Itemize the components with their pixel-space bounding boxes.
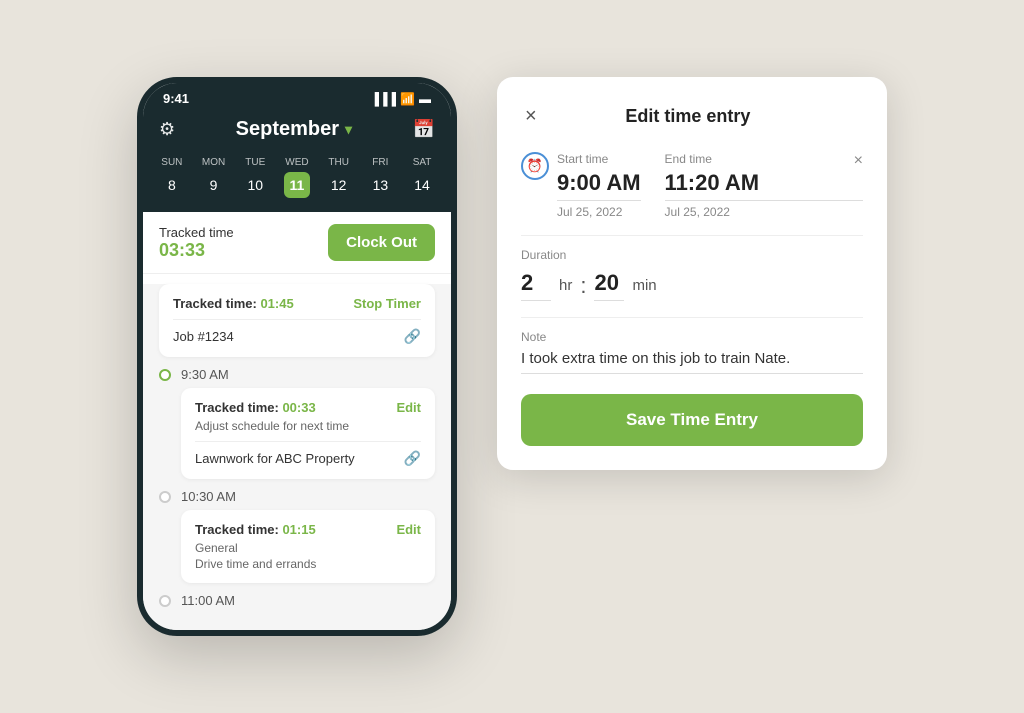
end-time-date: Jul 25, 2022 xyxy=(665,205,863,219)
time-entry-card-2: Tracked time: 00:33 Edit Adjust schedule… xyxy=(181,388,435,479)
time-entry-card-1: Tracked time: 01:45 Stop Timer Job #1234… xyxy=(159,284,435,357)
end-time-field: End time × 11:20 AM Jul 25, 2022 xyxy=(665,152,863,219)
job-name-2: Lawnwork for ABC Property xyxy=(195,451,355,466)
divider-1 xyxy=(521,235,863,236)
end-time-field-header: End time × xyxy=(665,152,863,170)
duration-minutes[interactable]: 20 xyxy=(594,270,624,301)
entry-header-3: Tracked time: 01:15 Edit xyxy=(195,522,421,537)
timeline-dot-1100 xyxy=(159,595,171,607)
entry-desc-2: Adjust schedule for next time xyxy=(195,419,421,433)
entry-time-3: 01:15 xyxy=(282,522,315,537)
settings-icon[interactable]: ⚙ xyxy=(159,119,175,140)
scene: 9:41 ▐▐▐ 📶 ▬ ⚙ September ▾ 📅 SUN 8 MON xyxy=(117,57,907,656)
duration-row: 2 hr : 20 min xyxy=(521,270,863,301)
link-icon-1[interactable]: 🔗 xyxy=(404,328,421,345)
note-section: Note I took extra time on this job to tr… xyxy=(521,330,863,374)
entry-tracked-label-1: Tracked time: 01:45 xyxy=(173,296,294,311)
timeline-section-930: 9:30 AM Tracked time: 00:33 Edit Adjust … xyxy=(159,357,435,479)
end-time-value[interactable]: 11:20 AM xyxy=(665,170,863,201)
duration-section: Duration 2 hr : 20 min xyxy=(521,248,863,301)
tracked-bar: Tracked time 03:33 Clock Out xyxy=(143,212,451,274)
entry-job-1: Job #1234 🔗 xyxy=(173,319,421,345)
timeline-section-1100: 11:00 AM xyxy=(159,583,435,614)
start-time-group: ⏰ Start time 9:00 AM Jul 25, 2022 xyxy=(521,152,641,219)
edit-button-2[interactable]: Edit xyxy=(396,400,421,415)
start-time-field: Start time 9:00 AM Jul 25, 2022 xyxy=(557,152,641,219)
entry-header-2: Tracked time: 00:33 Edit xyxy=(195,400,421,415)
save-time-entry-button[interactable]: Save Time Entry xyxy=(521,394,863,446)
time-label-1030: 10:30 AM xyxy=(181,489,236,504)
phone: 9:41 ▐▐▐ 📶 ▬ ⚙ September ▾ 📅 SUN 8 MON xyxy=(137,77,457,636)
end-time-clear-button[interactable]: × xyxy=(854,152,863,170)
modal-header: × Edit time entry xyxy=(521,101,863,132)
divider-2 xyxy=(521,317,863,318)
entry-job-2: Lawnwork for ABC Property 🔗 xyxy=(195,441,421,467)
cal-day-mon[interactable]: MON 9 xyxy=(201,157,227,198)
entry-tracked-label-3: Tracked time: 01:15 xyxy=(195,522,316,537)
cal-day-wed[interactable]: WED 11 xyxy=(284,157,310,198)
duration-hours[interactable]: 2 xyxy=(521,270,551,301)
timeline: Tracked time: 01:45 Stop Timer Job #1234… xyxy=(143,284,451,630)
cal-day-tue[interactable]: TUE 10 xyxy=(242,157,268,198)
note-label: Note xyxy=(521,330,863,344)
wifi-icon: 📶 xyxy=(400,92,415,106)
entry-desc-3a: General xyxy=(195,541,421,555)
cal-day-sun[interactable]: SUN 8 xyxy=(159,157,185,198)
tracked-total-time: 03:33 xyxy=(159,240,234,261)
tracked-label: Tracked time xyxy=(159,225,234,240)
timeline-dot-1030 xyxy=(159,491,171,503)
modal-close-button[interactable]: × xyxy=(521,101,541,132)
time-row: ⏰ Start time 9:00 AM Jul 25, 2022 End ti… xyxy=(521,152,863,219)
time-label-1100: 11:00 AM xyxy=(181,593,235,608)
cal-day-sat[interactable]: SAT 14 xyxy=(409,157,435,198)
timeline-time-1100: 11:00 AM xyxy=(181,583,435,614)
header-title-group: September ▾ xyxy=(236,118,352,141)
phone-header: ⚙ September ▾ 📅 xyxy=(143,110,451,153)
duration-hr-unit: hr xyxy=(559,277,572,294)
modal-title: Edit time entry xyxy=(625,106,750,127)
start-time-date: Jul 25, 2022 xyxy=(557,205,641,219)
status-bar: 9:41 ▐▐▐ 📶 ▬ xyxy=(143,83,451,110)
timeline-time-930: 9:30 AM xyxy=(181,357,435,388)
stop-timer-button[interactable]: Stop Timer xyxy=(353,296,421,311)
cal-day-fri[interactable]: FRI 13 xyxy=(367,157,393,198)
timeline-dot-930 xyxy=(159,369,171,381)
link-icon-2[interactable]: 🔗 xyxy=(404,450,421,467)
entry-header-1: Tracked time: 01:45 Stop Timer xyxy=(173,296,421,311)
job-name-1: Job #1234 xyxy=(173,329,234,344)
duration-min-unit: min xyxy=(632,277,656,294)
entry-tracked-label-2: Tracked time: 00:33 xyxy=(195,400,316,415)
chevron-down-icon[interactable]: ▾ xyxy=(345,121,352,138)
time-entry-card-3: Tracked time: 01:15 Edit General Drive t… xyxy=(181,510,435,583)
edit-button-3[interactable]: Edit xyxy=(396,522,421,537)
edit-modal: × Edit time entry ⏰ Start time 9:00 AM J… xyxy=(497,77,887,470)
tracked-info: Tracked time 03:33 xyxy=(159,225,234,261)
entry-desc-3b: Drive time and errands xyxy=(195,557,421,571)
calendar-row: SUN 8 MON 9 TUE 10 WED 11 THU 12 FRI 13 xyxy=(143,153,451,212)
timeline-section-1030: 10:30 AM Tracked time: 01:15 Edit Genera… xyxy=(159,479,435,583)
timeline-time-1030: 10:30 AM xyxy=(181,479,435,510)
start-time-label: Start time xyxy=(557,152,641,166)
status-time: 9:41 xyxy=(163,91,189,106)
end-time-label: End time xyxy=(665,152,712,166)
calendar-icon[interactable]: 📅 xyxy=(413,119,435,140)
month-title: September xyxy=(236,118,339,141)
start-time-value[interactable]: 9:00 AM xyxy=(557,170,641,201)
signal-icon: ▐▐▐ xyxy=(371,92,397,106)
clock-out-button[interactable]: Clock Out xyxy=(328,224,435,261)
time-label-930: 9:30 AM xyxy=(181,367,229,382)
note-value[interactable]: I took extra time on this job to train N… xyxy=(521,350,863,374)
battery-icon: ▬ xyxy=(419,92,431,106)
entry-time-1: 01:45 xyxy=(260,296,293,311)
cal-day-thu[interactable]: THU 12 xyxy=(326,157,352,198)
duration-label: Duration xyxy=(521,248,863,262)
entry-time-2: 00:33 xyxy=(282,400,315,415)
status-icons: ▐▐▐ 📶 ▬ xyxy=(371,92,431,106)
clock-icon: ⏰ xyxy=(521,152,549,180)
duration-separator: : xyxy=(580,273,586,299)
